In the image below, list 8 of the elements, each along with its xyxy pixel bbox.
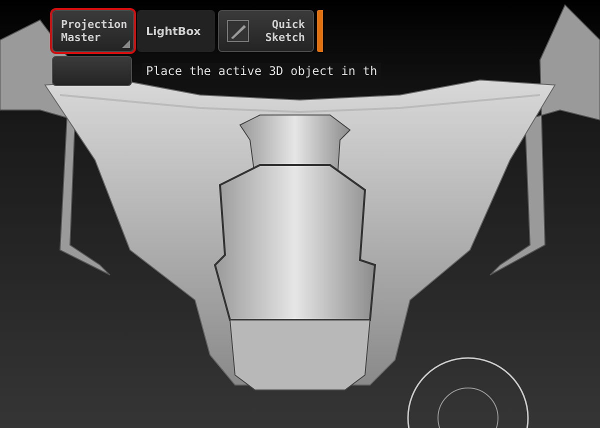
corner-triangle-icon — [122, 40, 130, 48]
toolbar-button[interactable] — [52, 56, 132, 86]
pencil-icon — [227, 20, 249, 42]
hint-text: Place the active 3D object in th — [142, 63, 382, 79]
rotation-gizmo-icon — [407, 357, 529, 428]
projection-master-button[interactable]: Projection Master — [52, 10, 134, 52]
quick-sketch-button[interactable]: Quick Sketch — [218, 10, 314, 52]
lightbox-button[interactable]: LightBox — [137, 10, 215, 52]
